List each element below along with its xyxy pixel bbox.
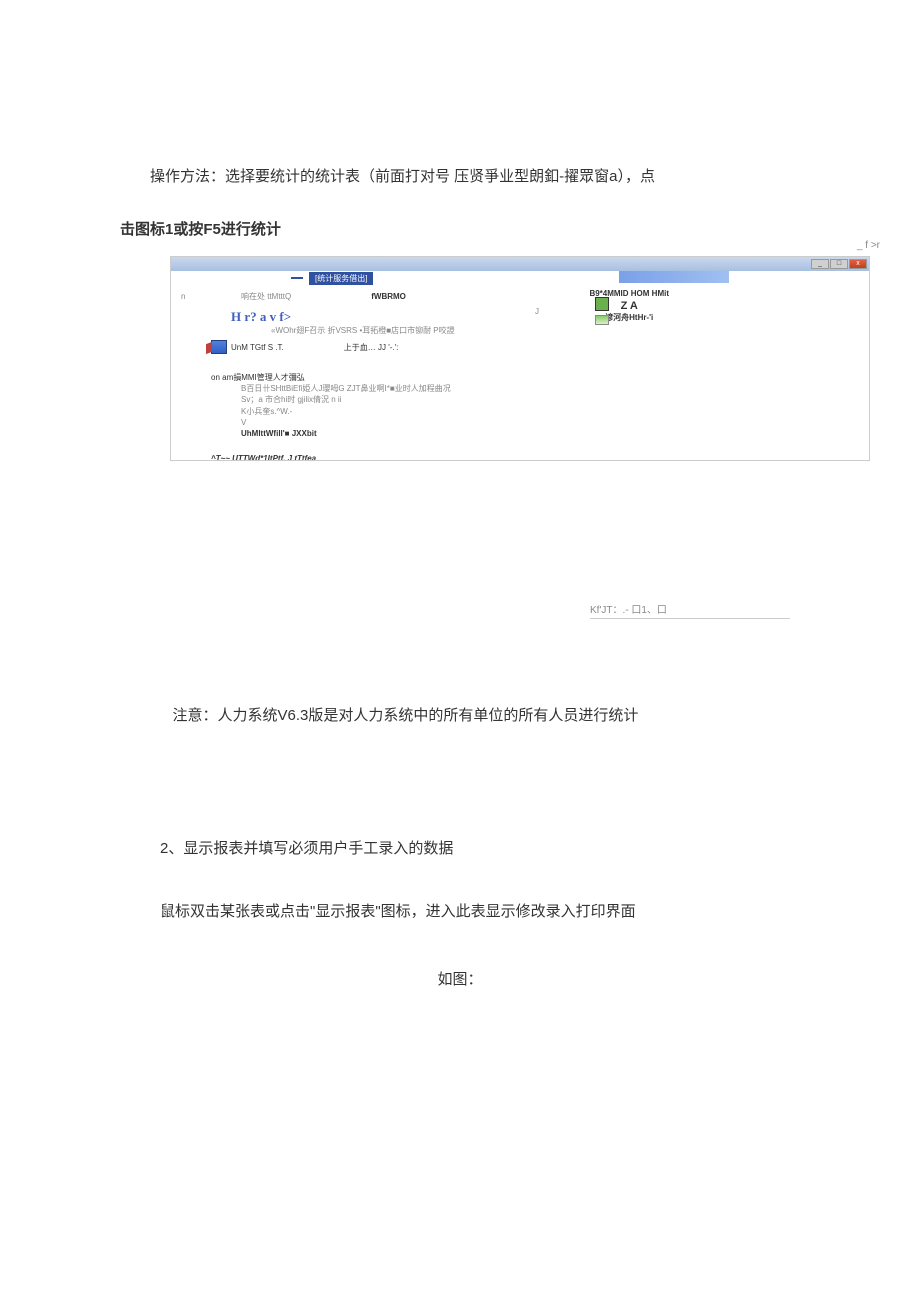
corner-mark: _ f >r: [857, 240, 880, 251]
toolbar-row-1: n 响在处 ttMtttQ fWBRMO: [171, 285, 869, 307]
file-label: UnM TGtf S .T.: [231, 343, 284, 352]
maximize-button[interactable]: □: [830, 259, 848, 269]
menu-item-2[interactable]: [统计服务借出]: [309, 272, 373, 285]
right-j-label: J: [535, 307, 539, 316]
tree-block: on am損MMI管理人才彌弘 B百日卄SHttBiEfi姫人J瓔呣G ZJT鼻…: [211, 372, 869, 439]
bottom-text-block: ^T~~ UTTWd*1ItPtf. J tTtfea 念5 虹冽珝玝鼢A非6丨…: [211, 453, 869, 461]
embedded-app-screenshot: _ □ x [统计服务借出] n 响在处 ttMtttQ fWBRMO B9*4…: [170, 256, 870, 461]
green-icon-2[interactable]: [595, 315, 609, 325]
kfjt-underline-text: Kf'JT：.- 口1、口: [590, 601, 790, 619]
tree-line-3[interactable]: Sv；a 市合hi时 gjilix倩況 n ii: [241, 394, 869, 405]
menu-item-1[interactable]: [291, 277, 303, 279]
section-2-body: 鼠标双击某张表或点击"显示报表"图标，进入此表显示修改录入打印界面: [160, 895, 800, 928]
subtitle-gray: «WOhr翅F召示 折VSRS •耳拓橙■店口市铆耐 P咬證: [271, 325, 869, 336]
toolbar-n-label: n: [181, 292, 221, 301]
toolbar-gradient-strip: [619, 271, 729, 283]
file-icon[interactable]: [211, 340, 227, 354]
bottom-line-1: ^T~~ UTTWd*1ItPtf. J tTtfea: [211, 453, 869, 461]
toolbar-item-2[interactable]: fWBRMO: [371, 292, 406, 301]
as-shown-label: 如图：: [120, 968, 800, 989]
close-button[interactable]: x: [849, 259, 867, 269]
tree-line-6[interactable]: UhMlttWfill'■ JXXbit: [241, 428, 869, 439]
paragraph-instruction-1: 操作方法：选择要统计的统计表（前面打对号 压贤爭业型朗釦-擢眾窗a），点: [120, 160, 800, 193]
blue-serif-title: H r? a v f>: [231, 309, 869, 325]
section-2-title: 2、显示报表并填写必须用户手工录入的数据: [160, 832, 800, 865]
note-paragraph: 注意：人力系统V6.3版是对人力系统中的所有单位的所有人员进行统计: [120, 699, 800, 732]
green-icon-1[interactable]: [595, 297, 609, 311]
menubar: [统计服务借出]: [171, 271, 869, 285]
tree-line-4[interactable]: K小兵奎s.^W.-: [241, 406, 869, 417]
tree-line-1[interactable]: on am損MMI管理人才彌弘: [211, 372, 869, 383]
window-titlebar: _ □ x: [171, 257, 869, 271]
toolbar-item-1[interactable]: 响在处 ttMtttQ: [241, 291, 291, 302]
file-row: UnM TGtf S .T. 上于血… JJ '-.':: [211, 340, 869, 354]
minimize-button[interactable]: _: [811, 259, 829, 269]
window-buttons: _ □ x: [811, 259, 867, 269]
paragraph-instruction-1-cont: 击图标1或按F5进行统计: [120, 213, 800, 246]
tree-line-5[interactable]: V: [241, 417, 869, 428]
tree-line-2[interactable]: B百日卄SHttBiEfi姫人J瓔呣G ZJT鼻业啊I*■业时人加程曲况: [241, 383, 869, 394]
file-sublabel: 上于血… JJ '-.':: [344, 342, 399, 353]
